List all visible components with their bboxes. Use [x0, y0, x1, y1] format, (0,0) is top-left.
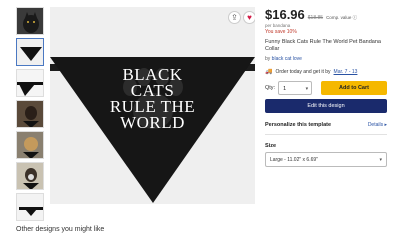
thumbnail-dog-4[interactable] — [16, 193, 44, 221]
price-unit: per bandana — [265, 23, 291, 28]
main-product-image: BLACK CATS RULE THE WORLD ⇪ ♥ — [50, 7, 255, 204]
truck-icon: 🚚 — [265, 69, 273, 75]
thumbnail-dog-1[interactable] — [16, 100, 44, 128]
personalize-header: Personalize this template Details ▸ — [265, 122, 387, 128]
heart-icon: ♥ — [247, 13, 252, 22]
delivery-info: 🚚 Order today and get it by Mar. 7 - 13 — [265, 68, 387, 76]
quantity-value: 1 — [283, 86, 287, 92]
product-info-panel: $16.96 $18.85 Comp. value ⓘ per bandana … — [265, 7, 387, 167]
details-link[interactable]: Details ▸ — [368, 122, 387, 128]
add-to-cart-button[interactable]: Add to Cart — [321, 81, 387, 95]
share-button[interactable]: ⇪ — [228, 11, 241, 24]
thumbnail-dog-2[interactable] — [16, 131, 44, 159]
size-value: Large - 11.02" x 6.69" — [270, 157, 318, 163]
delivery-date[interactable]: Mar. 7 - 13 — [334, 69, 358, 75]
comp-value-note[interactable]: Comp. value ⓘ — [326, 15, 357, 21]
price: $16.96 — [265, 7, 305, 22]
thumbnail-strip — [16, 7, 46, 224]
delivery-prefix: Order today and get it by — [275, 68, 331, 75]
edit-design-button[interactable]: Edit this design — [265, 99, 387, 113]
price-row: $16.96 $18.85 Comp. value ⓘ — [265, 7, 387, 22]
thumbnail-cat[interactable] — [16, 7, 44, 35]
other-designs-heading: Other designs you might like — [16, 226, 105, 233]
store-byline: by black cat love — [265, 56, 387, 62]
by-prefix: by — [265, 56, 271, 62]
chevron-down-icon: ▾ — [305, 86, 309, 92]
thumbnail-dog-3[interactable] — [16, 162, 44, 190]
quantity-row: Qty: 1 ▾ Add to Cart — [265, 81, 387, 95]
store-link[interactable]: black cat love — [272, 56, 302, 62]
thumbnail-bandana-side[interactable] — [16, 69, 44, 97]
favorite-button[interactable]: ♥ — [243, 11, 255, 24]
thumbnail-bandana-front[interactable] — [16, 38, 44, 66]
bandana-text-line4: WORLD — [120, 113, 185, 132]
old-price: $18.85 — [307, 15, 324, 21]
chevron-down-icon: ▾ — [379, 157, 382, 163]
quantity-select[interactable]: 1 ▾ — [278, 81, 313, 95]
qty-label: Qty: — [265, 85, 276, 91]
share-icon: ⇪ — [231, 13, 238, 22]
personalize-title: Personalize this template — [265, 122, 332, 128]
size-label: Size — [265, 143, 277, 149]
savings-text: You save 10% — [265, 29, 297, 35]
size-select[interactable]: Large - 11.02" x 6.69" ▾ — [265, 152, 387, 167]
divider — [265, 134, 387, 135]
product-title: Funny Black Cats Rule The World Pet Band… — [265, 39, 381, 52]
